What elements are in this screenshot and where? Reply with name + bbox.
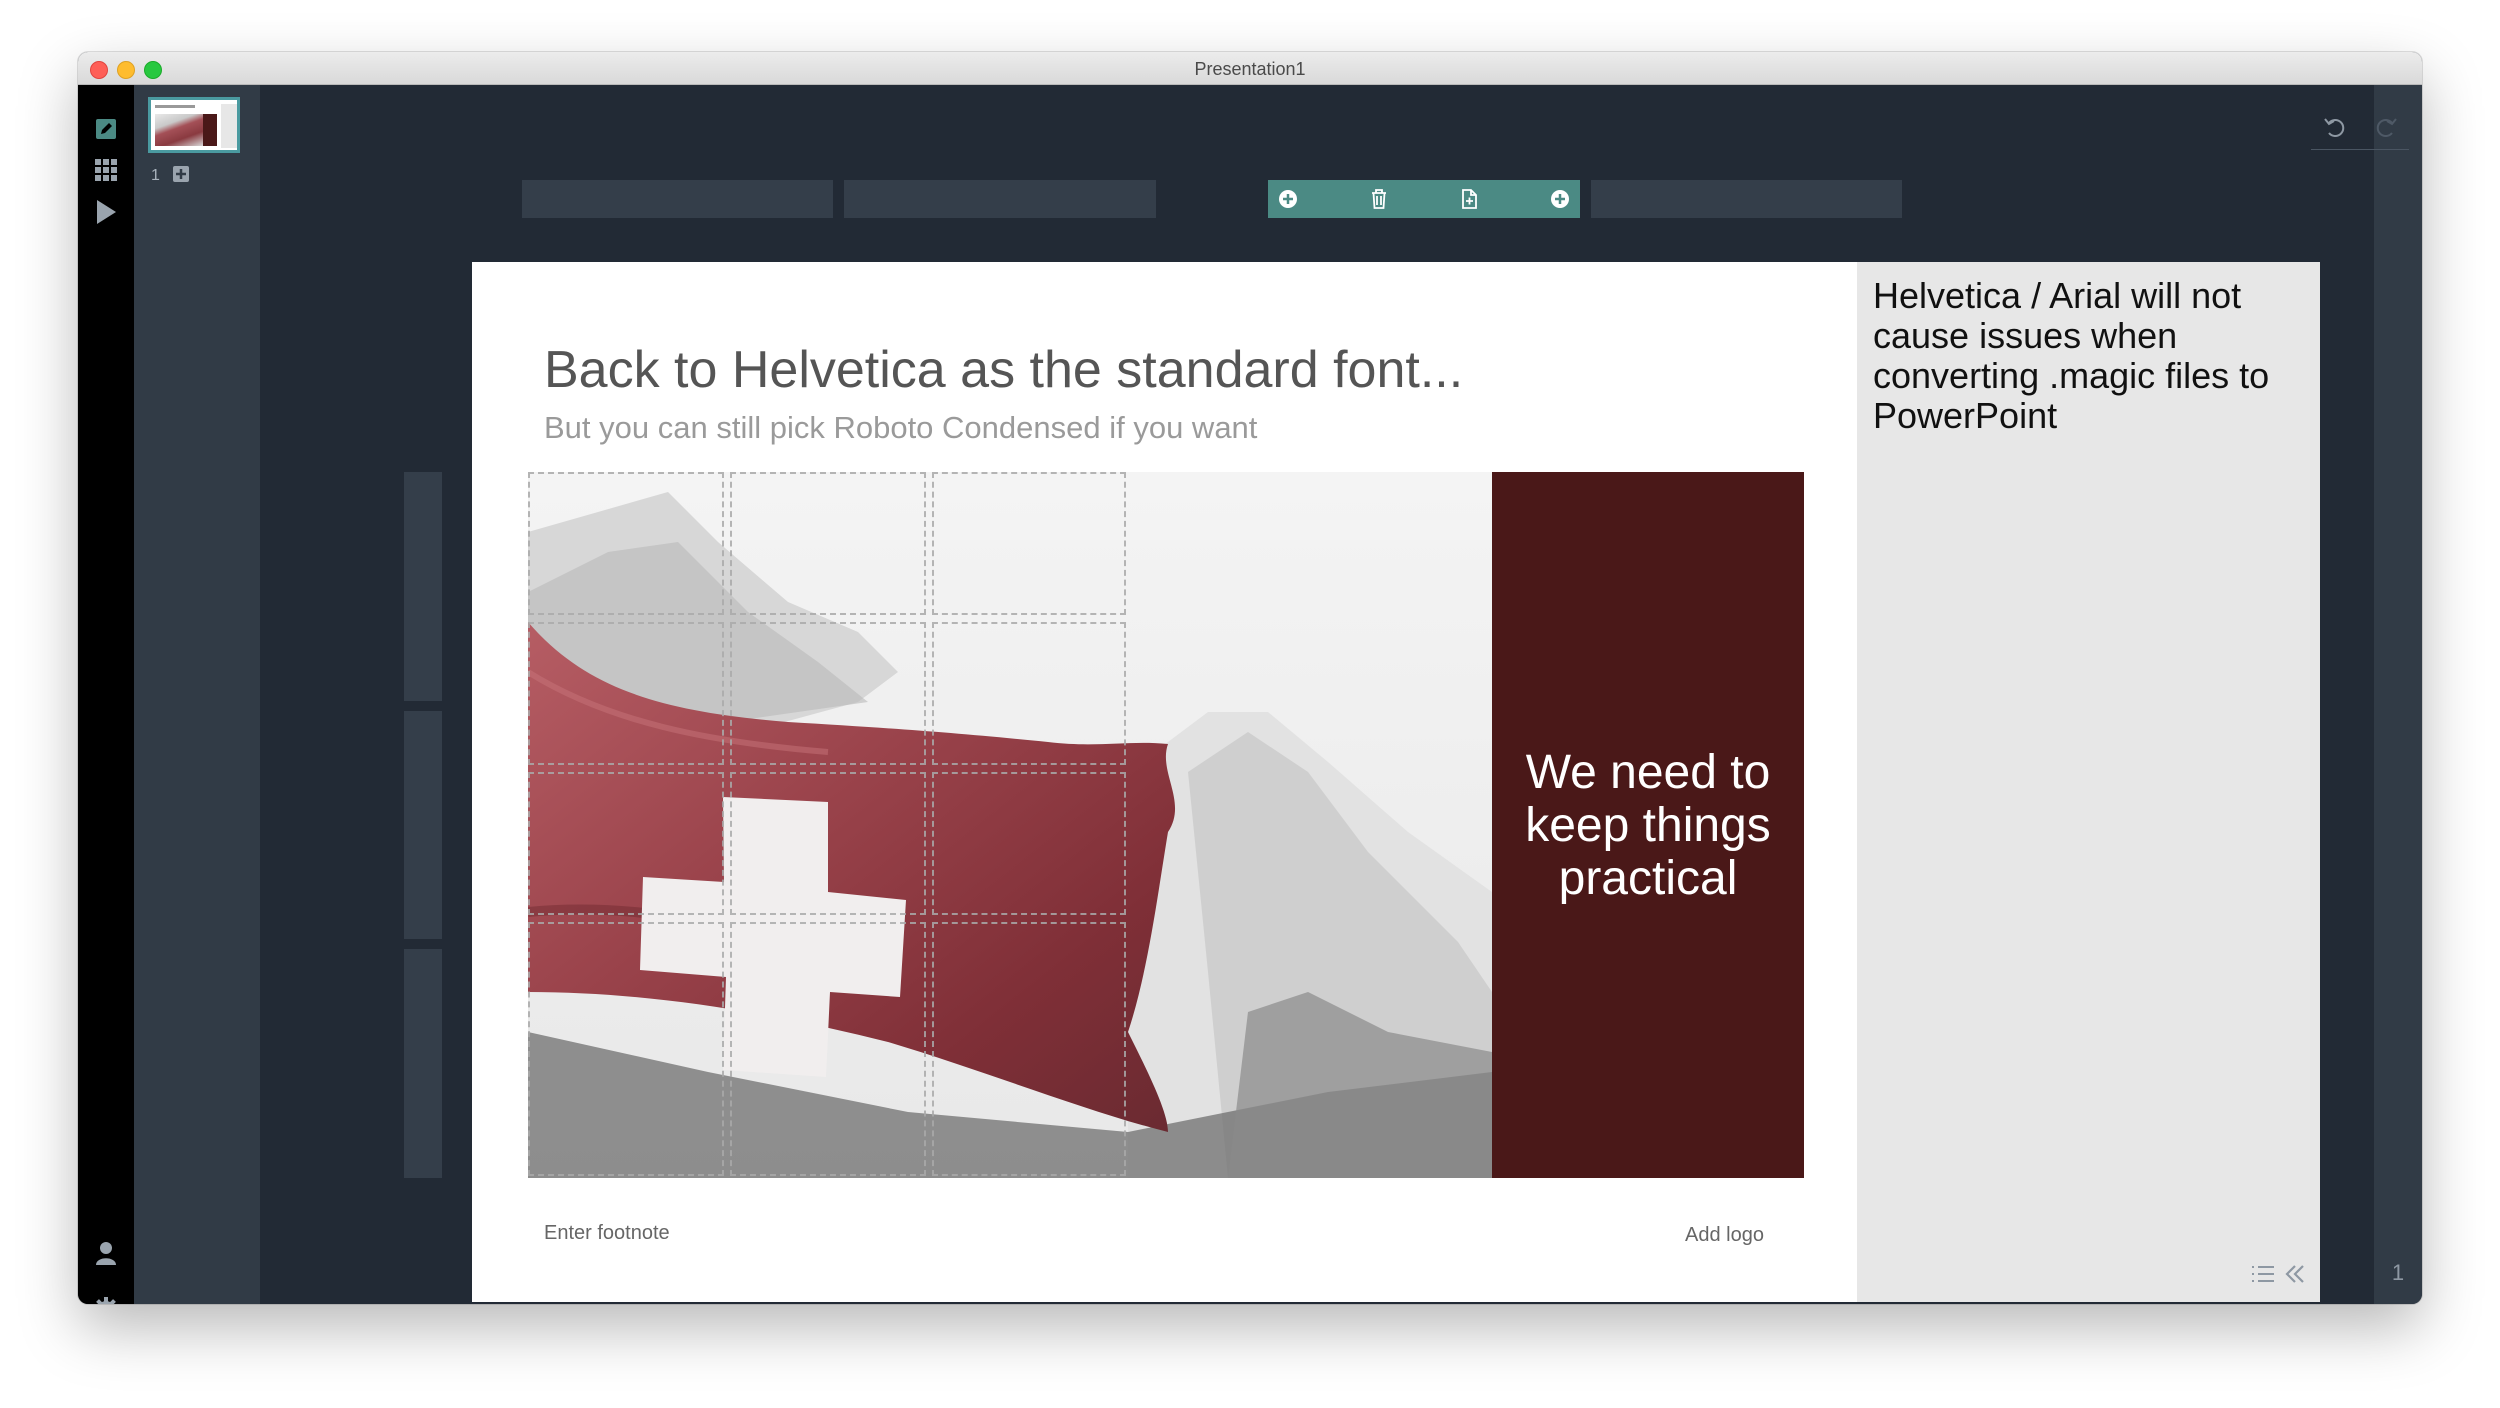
column-toolbar-1[interactable] [522,180,833,218]
column-toolbar-2[interactable] [844,180,1156,218]
history-controls [2311,109,2409,150]
right-sidebar [2374,85,2422,1304]
column-toolbar-4[interactable] [1591,180,1902,218]
undo-icon[interactable] [2323,114,2349,145]
slide-number: 1 [151,167,160,184]
app-window: Presentation1 1 Back to Helvetica as the… [78,52,2422,1304]
add-slide-icon[interactable] [172,165,190,183]
row-toolbar-1[interactable] [404,472,442,701]
page-counter: 1 [2391,1260,2405,1285]
slide: Back to Helvetica as the standard font..… [472,262,2320,1302]
grid-icon[interactable] [92,156,120,184]
row-toolbar-3[interactable] [404,949,442,1178]
collapse-icon[interactable] [2284,1263,2306,1290]
settings-icon[interactable] [92,1295,120,1304]
window-title: Presentation1 [1194,59,1306,79]
play-icon[interactable] [92,198,120,226]
speaker-notes-text[interactable]: Helvetica / Arial will not cause issues … [1873,276,2293,436]
user-icon[interactable] [92,1239,120,1267]
column-toolbar-active [1268,180,1580,218]
add-logo-placeholder[interactable]: Add logo [1685,1224,1764,1247]
title-bar: Presentation1 [78,52,2422,85]
callout-text: We need to keep things practical [1525,745,1771,905]
slide-subtitle[interactable]: But you can still pick Roboto Condensed … [544,410,1257,446]
list-icon[interactable] [2250,1263,2276,1290]
trash-icon[interactable] [1367,187,1391,211]
slide-thumbnail[interactable] [148,97,240,153]
slide-title[interactable]: Back to Helvetica as the standard font..… [544,340,1463,400]
swiss-flag-photo[interactable] [528,472,1492,1178]
add-right-icon[interactable] [1548,187,1572,211]
edit-icon[interactable] [92,115,120,143]
redo-icon[interactable] [2372,114,2398,145]
footnote-placeholder[interactable]: Enter footnote [544,1222,670,1245]
callout-box[interactable]: We need to keep things practical [1492,472,1804,1178]
row-toolbar-2[interactable] [404,711,442,939]
slide-thumbnails-panel: 1 [134,85,260,1304]
left-toolbar [78,85,134,1304]
speaker-notes-panel[interactable]: Helvetica / Arial will not cause issues … [1857,262,2320,1302]
add-left-icon[interactable] [1276,187,1300,211]
editing-canvas: Back to Helvetica as the standard font..… [260,85,2374,1304]
duplicate-icon[interactable] [1457,187,1481,211]
bottom-controls [2250,1263,2306,1290]
